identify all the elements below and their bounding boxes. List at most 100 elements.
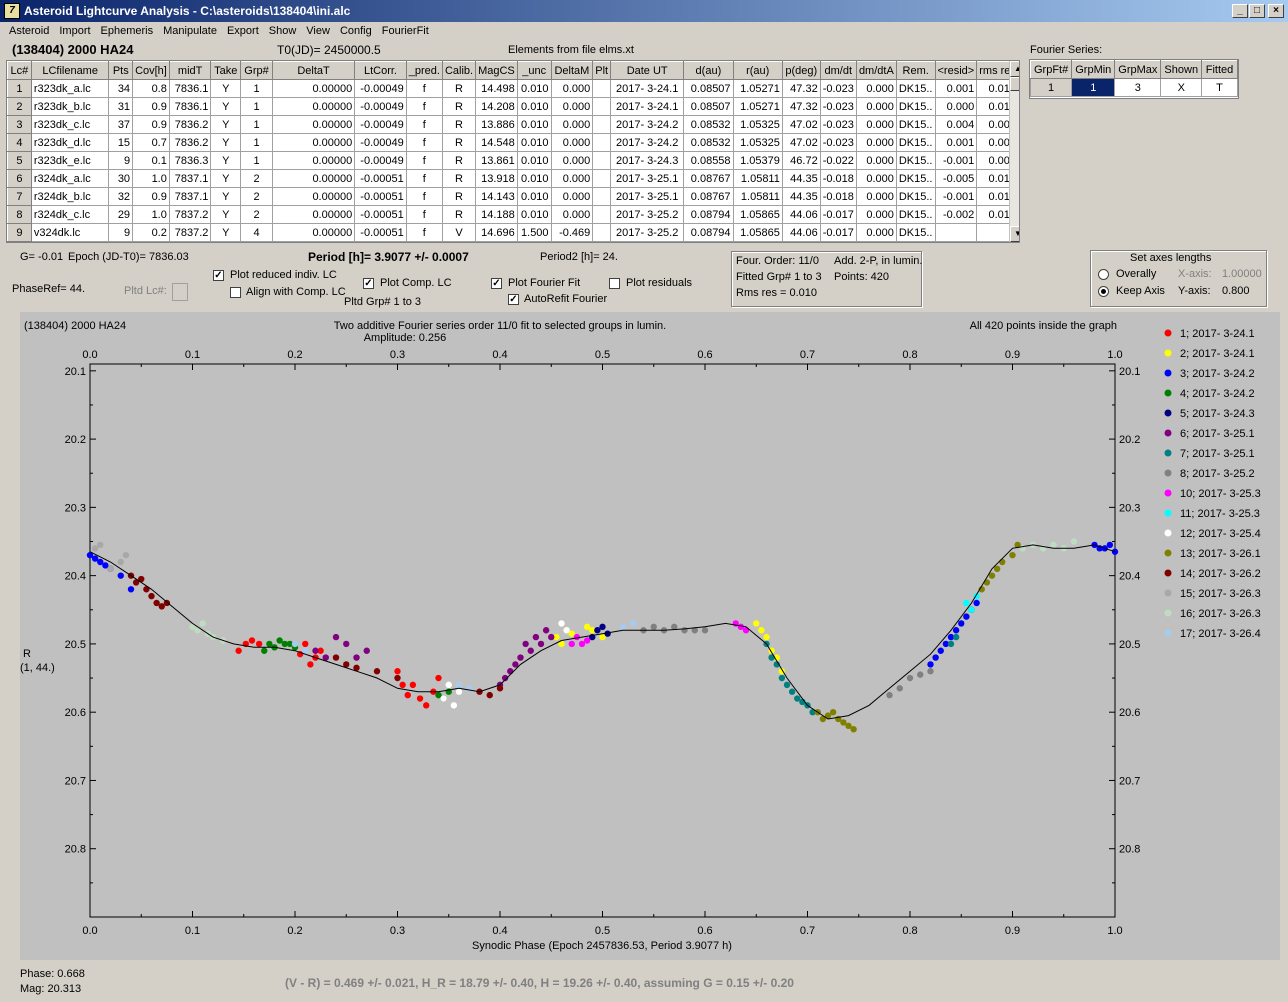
table-col-header[interactable]: Take — [210, 61, 242, 80]
table-row[interactable]: 8 r324dk_c.lc 29 1.0 7837.2 Y 2 0.00000 -0.00051… — [7, 205, 1019, 224]
table-cell[interactable]: 2017- 3-25.1 — [610, 187, 685, 206]
menu-ephemeris[interactable]: Ephemeris — [96, 22, 159, 37]
table-cell[interactable]: -0.469 — [550, 223, 594, 242]
table-cell[interactable]: 1 — [240, 97, 273, 116]
table-cell[interactable]: 0.00000 — [271, 79, 356, 98]
table-cell[interactable]: 2017- 3-25.2 — [610, 223, 685, 242]
table-cell[interactable]: 30 — [108, 169, 134, 188]
table-cell[interactable]: V — [441, 223, 477, 242]
lightcurve-plot[interactable]: 0.0 0.0 0.1 0.1 0.2 0.2 0.3 0.3 0.4 0.4 0.5 0.5 0.6 0… — [20, 312, 1280, 960]
table-cell[interactable]: DK15.. — [895, 79, 936, 98]
table-cell[interactable]: 2017- 3-24.1 — [610, 79, 685, 98]
table-cell[interactable]: -0.001 — [934, 151, 978, 170]
table-col-header[interactable]: LCfilename — [30, 61, 110, 80]
table-cell[interactable]: 0.000 — [855, 115, 897, 134]
table-row[interactable]: 6 r324dk_a.lc 30 1.0 7837.1 Y 2 0.00000 -0.00051… — [7, 169, 1019, 188]
table-cell[interactable]: R — [441, 97, 477, 116]
table-cell[interactable]: 14.498 — [475, 79, 518, 98]
table-cell[interactable]: -0.017 — [819, 205, 857, 224]
table-cell[interactable] — [592, 115, 612, 134]
plot-comp-checkbox[interactable]: ✓ — [363, 278, 374, 289]
table-cell[interactable]: 29 — [108, 205, 134, 224]
table-cell[interactable]: -0.005 — [934, 169, 978, 188]
table-cell[interactable]: 7836.1 — [168, 97, 212, 116]
table-cell[interactable]: -0.00049 — [354, 79, 407, 98]
table-cell[interactable]: R — [441, 187, 477, 206]
table-row[interactable]: 3 r323dk_c.lc 37 0.9 7836.2 Y 1 0.00000 -0.00049… — [7, 115, 1019, 134]
table-cell[interactable]: -0.001 — [934, 187, 978, 206]
table-cell[interactable]: 0.08532 — [683, 115, 734, 134]
table-cell[interactable]: -0.023 — [819, 115, 857, 134]
table-cell[interactable]: 0.00000 — [271, 115, 356, 134]
table-col-header[interactable]: Date UT — [610, 61, 685, 80]
table-cell[interactable] — [592, 151, 612, 170]
table-row[interactable]: 9 v324dk.lc 9 0.2 7837.2 Y 4 0.00000 -0.00051 f V 1… — [7, 223, 1019, 242]
table-cell[interactable]: f — [405, 97, 443, 116]
table-col-header[interactable]: <resid> — [934, 61, 978, 80]
table-cell[interactable]: f — [405, 79, 443, 98]
table-cell[interactable]: R — [441, 169, 477, 188]
menu-manipulate[interactable]: Manipulate — [158, 22, 222, 37]
table-cell[interactable]: 0.010 — [516, 205, 552, 224]
table-cell[interactable]: 2 — [240, 169, 273, 188]
table-cell[interactable]: 0.00000 — [271, 223, 356, 242]
table-cell[interactable]: 0.00000 — [271, 169, 356, 188]
menu-show[interactable]: Show — [264, 22, 302, 37]
fs-cell-grpft[interactable]: 1 — [1029, 78, 1073, 97]
table-cell[interactable]: v324dk.lc — [30, 223, 110, 242]
menu-asteroid[interactable]: Asteroid — [4, 22, 54, 37]
row-number[interactable]: 3 — [7, 115, 32, 134]
table-col-header[interactable]: MagCS — [475, 61, 518, 80]
table-cell[interactable]: -0.00049 — [354, 133, 407, 152]
fs-cell-grpmax[interactable]: 3 — [1114, 78, 1162, 97]
table-cell[interactable]: 0.000 — [855, 79, 897, 98]
table-cell[interactable]: 0.010 — [516, 169, 552, 188]
table-row[interactable]: 4 r323dk_d.lc 15 0.7 7836.2 Y 1 0.00000 -0.00049… — [7, 133, 1019, 152]
table-cell[interactable]: 0.7 — [132, 133, 170, 152]
row-number[interactable]: 6 — [7, 169, 32, 188]
table-cell[interactable]: 0.004 — [934, 115, 978, 134]
table-cell[interactable]: Y — [210, 169, 242, 188]
table-cell[interactable]: R — [441, 115, 477, 134]
table-cell[interactable]: 44.06 — [781, 205, 821, 224]
table-cell[interactable]: 47.02 — [781, 115, 821, 134]
table-cell[interactable]: 15 — [108, 133, 134, 152]
table-cell[interactable]: 0.000 — [855, 133, 897, 152]
table-cell[interactable]: 2 — [240, 205, 273, 224]
table-cell[interactable]: r324dk_c.lc — [30, 205, 110, 224]
table-col-header[interactable]: Lc# — [7, 61, 32, 80]
table-col-header[interactable]: dm/dt — [819, 61, 857, 80]
table-cell[interactable]: r324dk_a.lc — [30, 169, 110, 188]
table-col-header[interactable]: r(au) — [732, 61, 783, 80]
table-cell[interactable]: Y — [210, 133, 242, 152]
table-row[interactable]: 1 r323dk_a.lc 34 0.8 7836.1 Y 1 0.00000 -0.00049… — [7, 79, 1019, 98]
table-cell[interactable]: 7837.1 — [168, 187, 212, 206]
table-cell[interactable]: -0.00051 — [354, 187, 407, 206]
table-col-header[interactable]: DeltaT — [271, 61, 356, 80]
table-cell[interactable]: r324dk_b.lc — [30, 187, 110, 206]
menu-fourierfit[interactable]: FourierFit — [377, 22, 434, 37]
table-cell[interactable]: 13.886 — [475, 115, 518, 134]
table-cell[interactable]: 0.9 — [132, 187, 170, 206]
table-cell[interactable]: Y — [210, 205, 242, 224]
table-cell[interactable] — [592, 205, 612, 224]
table-cell[interactable]: 1.05325 — [732, 115, 783, 134]
table-cell[interactable] — [592, 223, 612, 242]
table-cell[interactable]: -0.00051 — [354, 205, 407, 224]
table-cell[interactable]: -0.00049 — [354, 151, 407, 170]
table-cell[interactable]: 0.000 — [855, 97, 897, 116]
lightcurve-table[interactable]: Lc# LCfilename Pts Cov[h] midT Take Grp# DeltaT… — [6, 60, 1020, 243]
table-cell[interactable]: 9 — [108, 223, 134, 242]
table-cell[interactable]: 0.000 — [855, 151, 897, 170]
maximize-button[interactable]: □ — [1249, 4, 1265, 18]
table-row[interactable]: 5 r323dk_e.lc 9 0.1 7836.3 Y 1 0.00000 -0.00049 f… — [7, 151, 1019, 170]
menu-import[interactable]: Import — [54, 22, 95, 37]
table-cell[interactable]: DK15.. — [895, 133, 936, 152]
table-cell[interactable] — [592, 133, 612, 152]
table-cell[interactable] — [934, 223, 978, 242]
table-cell[interactable]: 14.548 — [475, 133, 518, 152]
table-cell[interactable]: 0.000 — [855, 223, 897, 242]
table-cell[interactable]: R — [441, 79, 477, 98]
table-cell[interactable]: f — [405, 133, 443, 152]
table-cell[interactable] — [592, 169, 612, 188]
